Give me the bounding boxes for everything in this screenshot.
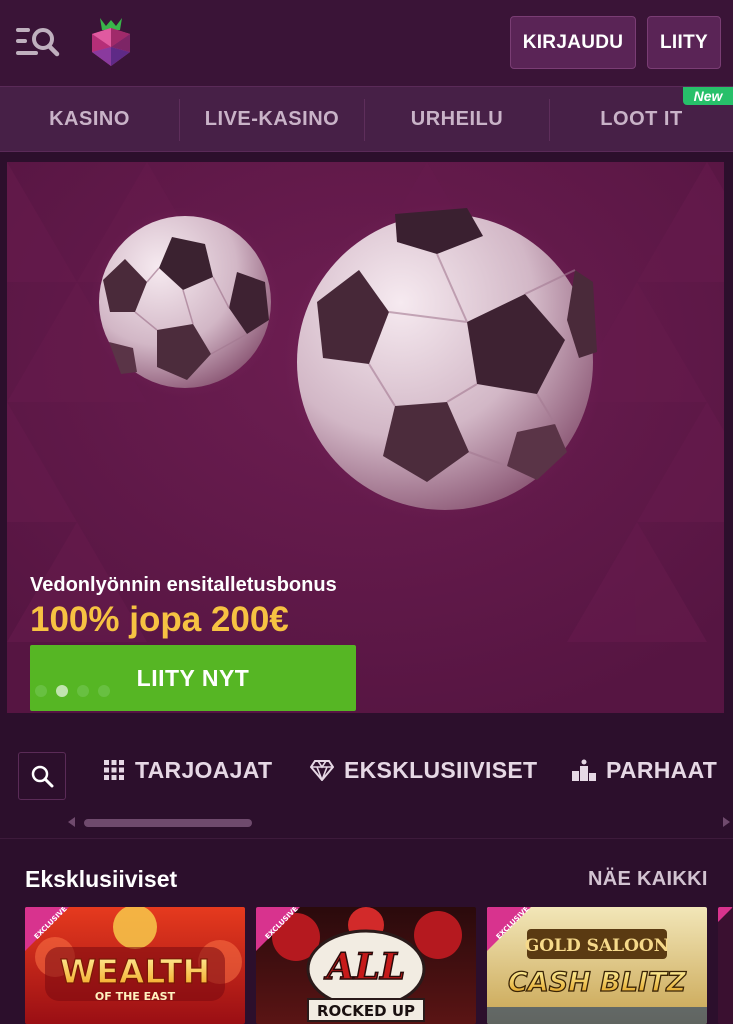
nav-item-casino[interactable]: KASINO [0, 87, 179, 151]
hero-title: 100% jopa 200€ [30, 600, 289, 639]
game-search-button[interactable] [18, 752, 66, 800]
raspberry-logo[interactable] [86, 14, 136, 68]
tab-providers[interactable]: TARJOAJAT [103, 752, 272, 788]
category-nav: KASINO LIVE-KASINO URHEILU LOOT IT New [0, 86, 733, 152]
diamond-icon [310, 760, 334, 781]
carousel-dot[interactable] [98, 685, 110, 697]
carousel-dot[interactable] [77, 685, 89, 697]
hero-banner[interactable]: Vedonlyönnin ensitalletusbonus 100% jopa… [7, 162, 724, 713]
game-card-all-rocked-up[interactable]: ALL ROCKED UP EXCLUSIVE [256, 907, 476, 1024]
section-divider [0, 838, 733, 839]
tab-best-label: PARHAAT [606, 756, 718, 783]
menu-search-icon[interactable] [16, 25, 60, 59]
section-title: Eksklusiiviset [25, 866, 178, 892]
tab-exclusives-label: EKSKLUSIIVISET [344, 756, 538, 783]
hero-subtitle: Vedonlyönnin ensitalletusbonus [30, 574, 337, 596]
tab-exclusives[interactable]: EKSKLUSIIVISET [310, 752, 537, 788]
grid-icon [104, 760, 124, 780]
join-now-button[interactable]: LIITY NYT [30, 645, 356, 711]
join-button[interactable]: LIITY [647, 16, 721, 69]
game-title-text: WEALTH [60, 952, 210, 991]
scroll-left-arrow[interactable] [68, 817, 75, 827]
login-button[interactable]: KIRJAUDU [510, 16, 636, 69]
tab-best[interactable]: PARHAAT [572, 752, 717, 788]
search-icon [31, 765, 54, 788]
new-badge: New [683, 87, 733, 105]
top-header: KIRJAUDU LIITY [0, 0, 733, 86]
game-card-gold-saloon-cash-blitz[interactable]: GOLD SALOON CASH BLITZ EXCLUSIVE [487, 907, 707, 1024]
carousel-dot-active[interactable] [56, 685, 68, 697]
scroll-right-arrow[interactable] [723, 817, 730, 827]
game-card-partial[interactable] [718, 907, 733, 1024]
game-subtitle-text: OF THE EAST [95, 990, 176, 1003]
see-all-link[interactable]: NÄE KAIKKI [588, 868, 708, 891]
game-title-text: GOLD SALOON [525, 936, 670, 956]
nav-item-sports[interactable]: URHEILU [365, 87, 549, 151]
game-subtitle-text: ROCKED UP [317, 1002, 415, 1020]
horizontal-scrollbar[interactable] [84, 819, 252, 827]
game-card-wealth-of-the-east[interactable]: WEALTH OF THE EAST EXCLUSIVE [25, 907, 245, 1024]
tab-providers-label: TARJOAJAT [135, 756, 273, 783]
carousel-dot[interactable] [35, 685, 47, 697]
podium-icon [572, 759, 596, 781]
game-subtitle-text: CASH BLITZ [508, 967, 686, 998]
nav-item-live-casino[interactable]: LIVE-KASINO [180, 87, 364, 151]
carousel-dots [35, 685, 110, 697]
game-title-text: ALL [324, 946, 406, 988]
